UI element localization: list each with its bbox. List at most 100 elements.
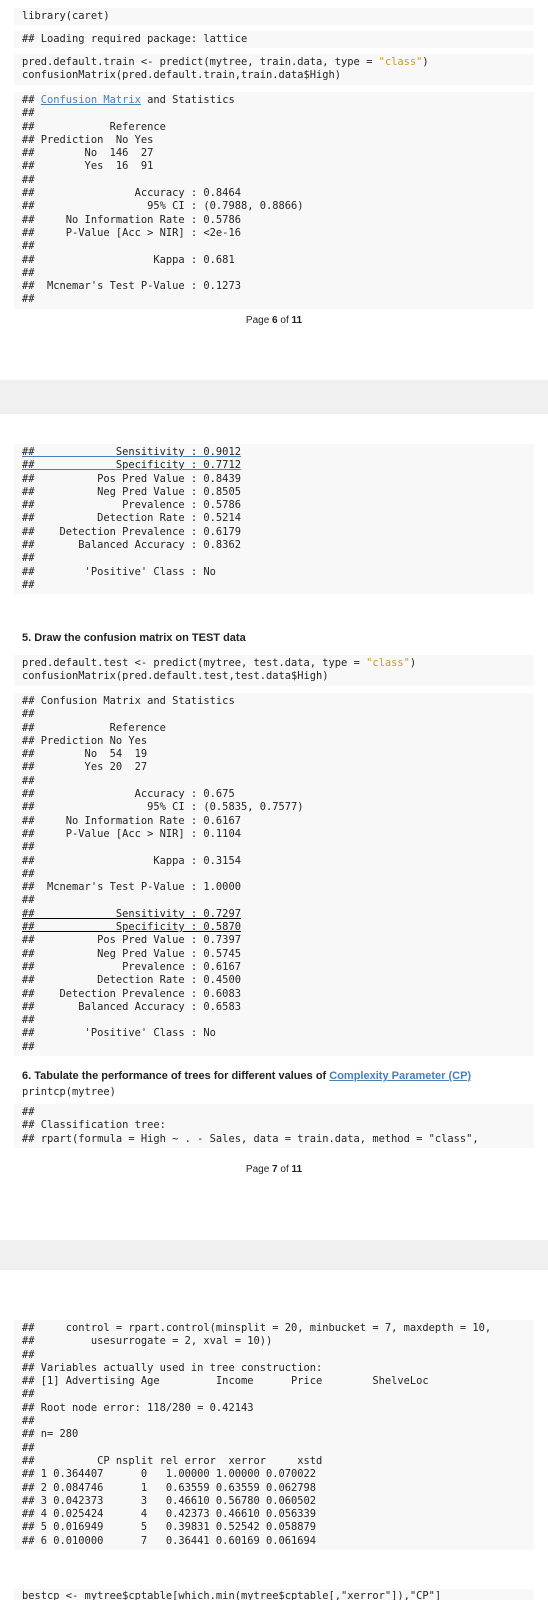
page-7: ## Sensitivity : 0.9012 ## Specificity : … [0, 414, 548, 1240]
code-line: pred.default.test <- predict(mytree, tes… [22, 657, 417, 669]
output-printcp-continued: ## control = rpart.control(minsplit = 20… [14, 1320, 534, 1551]
output-line: ## [22, 708, 35, 721]
output-line: ## 2 0.084746 1 0.63559 0.63559 0.062798 [22, 1481, 317, 1494]
heading-section-6: 6. Tabulate the performance of trees for… [22, 1070, 472, 1082]
output-loading-lattice: ## Loading required package: lattice [14, 31, 534, 49]
page-gap [0, 380, 548, 414]
output-line: ## Prediction No Yes [22, 133, 154, 146]
output-line: ## Neg Pred Value : 0.5745 [22, 947, 241, 960]
output-line: ## [22, 841, 35, 854]
output-line: ## Detection Prevalence : 0.6179 [22, 525, 241, 538]
output-line: ## usesurrogate = 2, xval = 10)) [22, 1335, 273, 1348]
output-line: ## P-Value [Acc > NIR] : <2e-16 [22, 226, 241, 239]
code-predict-test: pred.default.test <- predict(mytree, tes… [14, 655, 534, 686]
output-lines: ## ## Classification tree: ## rpart(formul… [22, 1106, 526, 1146]
output-line: ## [22, 867, 35, 880]
output-line: ## CP nsplit rel error xerror xstd [22, 1454, 323, 1467]
heading-section-5: 5. Draw the confusion matrix on TEST dat… [22, 632, 246, 644]
page-6: library(caret) ## Loading required packa… [0, 0, 548, 380]
output-line: ## Prediction No Yes [22, 734, 148, 747]
output-line: ## Prevalence : 0.6167 [22, 960, 241, 973]
output-line: ## Specificity : 0.7712 [22, 459, 241, 472]
output-line: ## 95% CI : (0.7988, 0.8866) [22, 200, 304, 213]
page-footer: Page 6 of 11 [245, 315, 303, 326]
output-line: ## Sensitivity : 0.7297 [22, 907, 241, 920]
page-footer: Page 7 of 11 [245, 1164, 303, 1175]
output-line: ## Prevalence : 0.5786 [22, 499, 241, 512]
output-train-statistics: ## Sensitivity : 0.9012 ## Specificity : … [14, 444, 534, 595]
output-line: ## Classification tree: [22, 1119, 166, 1132]
output-line: ## [22, 1415, 35, 1428]
output-line: ## P-Value [Acc > NIR] : 0.1104 [22, 827, 241, 840]
code-printcp: printcp(mytree) [14, 1084, 534, 1101]
output-line: ## control = rpart.control(minsplit = 20… [22, 1322, 492, 1334]
output-line: ## [22, 173, 35, 186]
string-literal: "class" [366, 657, 410, 669]
output-lines: ## ## Reference ## Prediction No Yes ## No … [22, 107, 526, 306]
output-line: ## [22, 774, 35, 787]
output-line: ## 3 0.042373 3 0.46610 0.56780 0.060502 [22, 1494, 317, 1507]
output-line: ## Confusion Matrix and Statistics [22, 695, 235, 707]
output-line: ## Mcnemar's Test P-Value : 0.1273 [22, 280, 241, 293]
output-lines: ## Pos Pred Value : 0.8439 ## Neg Pred Va… [22, 473, 526, 593]
output-line: ## [22, 1441, 35, 1454]
output-line: ## n= 280 [22, 1428, 79, 1441]
complexity-parameter-link[interactable]: Complexity Parameter (CP) [329, 1070, 471, 1082]
output-line: ## [22, 240, 35, 253]
output-line: ## 6 0.010000 7 0.36441 0.60169 0.061694 [22, 1534, 317, 1547]
output-line: ## [22, 894, 35, 907]
output-line: ## Mcnemar's Test P-Value : 1.0000 [22, 881, 241, 894]
output-line: ## Reference [22, 120, 166, 133]
output-printcp: ## ## Classification tree: ## rpart(formul… [14, 1104, 534, 1148]
output-line: ## 'Positive' Class : No [22, 1027, 216, 1040]
output-line: ## Neg Pred Value : 0.8505 [22, 485, 241, 498]
output-line: ## Detection Prevalence : 0.6083 [22, 987, 241, 1000]
output-title-line: ## Confusion Matrix and Statistics [22, 94, 235, 106]
output-line: ## Yes 20 27 [22, 761, 148, 774]
output-line: ## [22, 552, 35, 565]
output-line: ## No Information Rate : 0.6167 [22, 814, 241, 827]
output-line: ## [1] Advertising Age Income Price Shel… [22, 1375, 429, 1388]
output-line: ## Kappa : 0.681 [22, 253, 235, 266]
output-lines: ## Confusion Matrix and Statistics ## ## R… [22, 695, 526, 908]
output-line: ## rpart(formula = High ~ . - Sales, dat… [22, 1132, 479, 1145]
confusion-matrix-link[interactable]: Confusion Matrix [41, 94, 141, 106]
output-confusion-matrix-test: ## Confusion Matrix and Statistics ## ## R… [14, 693, 534, 1057]
output-line: ## Balanced Accuracy : 0.8362 [22, 539, 241, 552]
output-line: ## [22, 1014, 35, 1027]
code-predict-train: pred.default.train <- predict(mytree, tr… [14, 54, 534, 85]
output-lines: ## Pos Pred Value : 0.7397 ## Neg Pred Va… [22, 934, 526, 1054]
code-library-caret: library(caret) [14, 8, 534, 26]
output-line: ## [22, 1388, 35, 1401]
output-line: ## Reference [22, 721, 166, 734]
output-line: ## 4 0.025424 4 0.42373 0.46610 0.056339 [22, 1508, 317, 1521]
output-line: ## Pos Pred Value : 0.8439 [22, 472, 241, 485]
output-line: ## Pos Pred Value : 0.7397 [22, 934, 241, 947]
page-gap [0, 1240, 548, 1270]
output-line: ## Accuracy : 0.8464 [22, 187, 241, 200]
output-line: ## Detection Rate : 0.4500 [22, 974, 241, 987]
sensitivity-specificity-links[interactable]: ## Sensitivity : 0.9012 ## Specificity : … [22, 446, 526, 473]
output-line: ## Loading required package: lattice [22, 33, 248, 45]
output-line: ## [22, 1040, 35, 1053]
code-line: printcp(mytree) [22, 1086, 116, 1098]
output-line: ## Accuracy : 0.675 [22, 788, 235, 801]
output-line: ## 5 0.016949 5 0.39831 0.52542 0.058879 [22, 1521, 317, 1534]
output-line: ## 1 0.364407 0 1.00000 1.00000 0.070022 [22, 1468, 317, 1481]
output-line: ## Yes 16 91 [22, 160, 154, 173]
output-line: ## No Information Rate : 0.5786 [22, 213, 241, 226]
output-line: ## [22, 293, 35, 306]
output-line: ## [22, 107, 35, 120]
code-line: bestcp <- mytree$cptable[which.min(mytre… [22, 1590, 442, 1600]
output-line: ## 95% CI : (0.5835, 0.7577) [22, 801, 304, 814]
output-line: ## No 54 19 [22, 748, 148, 761]
output-line: ## No 146 27 [22, 147, 154, 160]
output-line: ## Kappa : 0.3154 [22, 854, 241, 867]
output-line: ## Variables actually used in tree const… [22, 1361, 323, 1374]
output-line: ## 'Positive' Class : No [22, 565, 216, 578]
page-8: ## control = rpart.control(minsplit = 20… [0, 1270, 548, 1600]
output-line: ## Detection Rate : 0.5214 [22, 512, 241, 525]
output-line: ## Sensitivity : 0.9012 [22, 446, 241, 458]
code-line: pred.default.train <- predict(mytree, tr… [22, 56, 429, 68]
output-line: ## Root node error: 118/280 = 0.42143 [22, 1401, 254, 1414]
